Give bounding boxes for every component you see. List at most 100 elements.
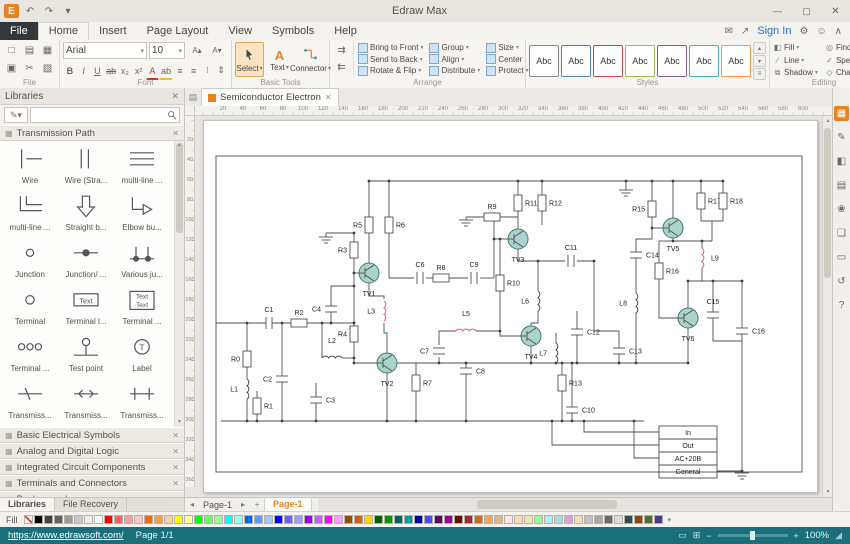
style-preview-2[interactable]: Abc bbox=[561, 45, 591, 77]
library-item-12[interactable]: TextTextTerminal ... bbox=[114, 284, 170, 331]
wire[interactable] bbox=[518, 249, 565, 261]
resistor-R17[interactable] bbox=[697, 193, 705, 209]
color-swatch-57[interactable] bbox=[584, 515, 593, 524]
scroll-down-icon[interactable]: ▼ bbox=[175, 418, 184, 427]
color-swatch-59[interactable] bbox=[604, 515, 613, 524]
library-section-transmission-path[interactable]: ▦ Transmission Path ✕ bbox=[0, 125, 184, 141]
color-swatch-44[interactable] bbox=[454, 515, 463, 524]
color-swatch-62[interactable] bbox=[634, 515, 643, 524]
menu-tab-file[interactable]: File bbox=[0, 22, 38, 40]
section-close-icon[interactable]: ✕ bbox=[172, 463, 179, 472]
arrange-rotate-flip[interactable]: Rotate & Flip▾ bbox=[358, 65, 423, 76]
app-logo[interactable]: E bbox=[4, 4, 19, 18]
color-swatch-18[interactable] bbox=[194, 515, 203, 524]
color-swatch-12[interactable] bbox=[134, 515, 143, 524]
color-swatch-55[interactable] bbox=[564, 515, 573, 524]
library-item-13[interactable]: Terminal ... bbox=[2, 331, 58, 378]
undo-icon[interactable]: ↶ bbox=[22, 4, 38, 19]
two-dimensional-icon[interactable]: ⇇ bbox=[333, 59, 350, 76]
menu-tab-insert[interactable]: Insert bbox=[89, 22, 137, 40]
redo-icon[interactable]: ↷ bbox=[41, 4, 57, 19]
color-swatch-64[interactable] bbox=[654, 515, 663, 524]
panel-tab-file-recovery[interactable]: File Recovery bbox=[55, 498, 127, 511]
page[interactable]: R0R1R2R3R4R5R6R7R8R9R10R11R12R13R15R16R1… bbox=[203, 120, 818, 493]
arrange-align[interactable]: Align▾ bbox=[429, 54, 480, 65]
library-item-11[interactable]: TextTerminal l... bbox=[58, 284, 114, 331]
library-item-3[interactable]: multi-line ... bbox=[114, 143, 170, 190]
resistor-R15[interactable] bbox=[648, 201, 656, 217]
palette-more-icon[interactable]: ▾ bbox=[668, 516, 672, 524]
fit-page-icon[interactable]: ▭ bbox=[678, 530, 687, 541]
wire[interactable] bbox=[552, 421, 659, 445]
arrange-protect[interactable]: Protect▾ bbox=[486, 65, 528, 76]
color-swatch-17[interactable] bbox=[184, 515, 193, 524]
resistor-R16[interactable] bbox=[655, 263, 663, 279]
resistor-R10[interactable] bbox=[496, 275, 504, 291]
minimize-button[interactable]: — bbox=[763, 0, 792, 22]
color-swatch-22[interactable] bbox=[234, 515, 243, 524]
history-icon[interactable]: ↺ bbox=[834, 274, 849, 289]
style-preview-3[interactable]: Abc bbox=[593, 45, 623, 77]
color-swatch-35[interactable] bbox=[364, 515, 373, 524]
style-preview-7[interactable]: Abc bbox=[721, 45, 751, 77]
library-item-10[interactable]: Terminal bbox=[2, 284, 58, 331]
color-swatch-19[interactable] bbox=[204, 515, 213, 524]
color-swatch-46[interactable] bbox=[474, 515, 483, 524]
ribbon-collapse-icon[interactable]: ∧ bbox=[835, 26, 842, 37]
maximize-button[interactable]: ▢ bbox=[792, 0, 821, 22]
color-swatch-11[interactable] bbox=[124, 515, 133, 524]
library-item-6[interactable]: Elbow bu... bbox=[114, 190, 170, 237]
add-page-icon[interactable]: + bbox=[250, 500, 264, 509]
wire[interactable] bbox=[659, 279, 678, 318]
color-swatch-10[interactable] bbox=[114, 515, 123, 524]
section-close-icon[interactable]: ✕ bbox=[172, 447, 179, 456]
color-swatch-3[interactable] bbox=[44, 515, 53, 524]
arrange-center[interactable]: Center bbox=[486, 54, 528, 65]
scroll-up-icon[interactable]: ▲ bbox=[175, 141, 184, 150]
menu-tab-view[interactable]: View bbox=[218, 22, 262, 40]
color-swatch-29[interactable] bbox=[304, 515, 313, 524]
arrange-size[interactable]: Size▾ bbox=[486, 42, 528, 53]
one-dimensional-icon[interactable]: ⇉ bbox=[333, 42, 350, 59]
color-swatch-13[interactable] bbox=[144, 515, 153, 524]
library-item-8[interactable]: Junction/ ... bbox=[58, 237, 114, 284]
resize-grip-icon[interactable]: ◢ bbox=[835, 530, 842, 541]
layers-icon[interactable]: ❏ bbox=[834, 226, 849, 241]
style-preview-5[interactable]: Abc bbox=[657, 45, 687, 77]
arrange-send-to-back[interactable]: Send to Back▾ bbox=[358, 54, 423, 65]
library-section-terminals-and-connectors[interactable]: ▦Terminals and Connectors✕ bbox=[0, 475, 184, 491]
menu-tab-page-layout[interactable]: Page Layout bbox=[137, 22, 219, 40]
zoom-slider[interactable] bbox=[718, 534, 788, 537]
inductor-L2[interactable] bbox=[322, 356, 342, 358]
section-close-icon[interactable]: ✕ bbox=[172, 129, 179, 138]
color-swatch-25[interactable] bbox=[264, 515, 273, 524]
inductor-L9[interactable] bbox=[702, 248, 704, 268]
library-edit-button[interactable]: ✎▾ bbox=[4, 107, 28, 123]
menu-tab-help[interactable]: Help bbox=[324, 22, 367, 40]
wire[interactable] bbox=[673, 238, 712, 241]
inductor-L7[interactable] bbox=[556, 343, 558, 363]
paste-icon[interactable]: ▣ bbox=[3, 60, 20, 77]
color-swatch-14[interactable] bbox=[154, 515, 163, 524]
symbol-library-icon[interactable]: ▦ bbox=[834, 106, 849, 121]
library-item-1[interactable]: Wire bbox=[2, 143, 58, 190]
wire[interactable] bbox=[713, 318, 742, 341]
color-swatch-43[interactable] bbox=[444, 515, 453, 524]
color-swatch-50[interactable] bbox=[514, 515, 523, 524]
color-swatch-1[interactable] bbox=[24, 515, 33, 524]
connector-tool[interactable]: Connector▾ bbox=[295, 42, 326, 77]
open-icon[interactable]: ▤ bbox=[21, 42, 38, 59]
fill-style-icon[interactable]: ◧ bbox=[834, 154, 849, 169]
edrawsoft-link[interactable]: https://www.edrawsoft.com/ bbox=[8, 530, 124, 541]
section-close-icon[interactable]: ✕ bbox=[172, 431, 179, 440]
format-paint-icon[interactable]: ✎ bbox=[834, 130, 849, 145]
document-tab[interactable]: Semiconductor Electron ✕ bbox=[201, 88, 339, 106]
library-item-14[interactable]: Test point bbox=[58, 331, 114, 378]
color-swatch-20[interactable] bbox=[214, 515, 223, 524]
wire[interactable] bbox=[636, 228, 652, 239]
color-swatch-38[interactable] bbox=[394, 515, 403, 524]
wire[interactable] bbox=[384, 323, 387, 353]
resistor-R1[interactable] bbox=[253, 398, 261, 414]
color-swatch-23[interactable] bbox=[244, 515, 253, 524]
settings-gear-icon[interactable]: ⚙ bbox=[799, 26, 808, 37]
